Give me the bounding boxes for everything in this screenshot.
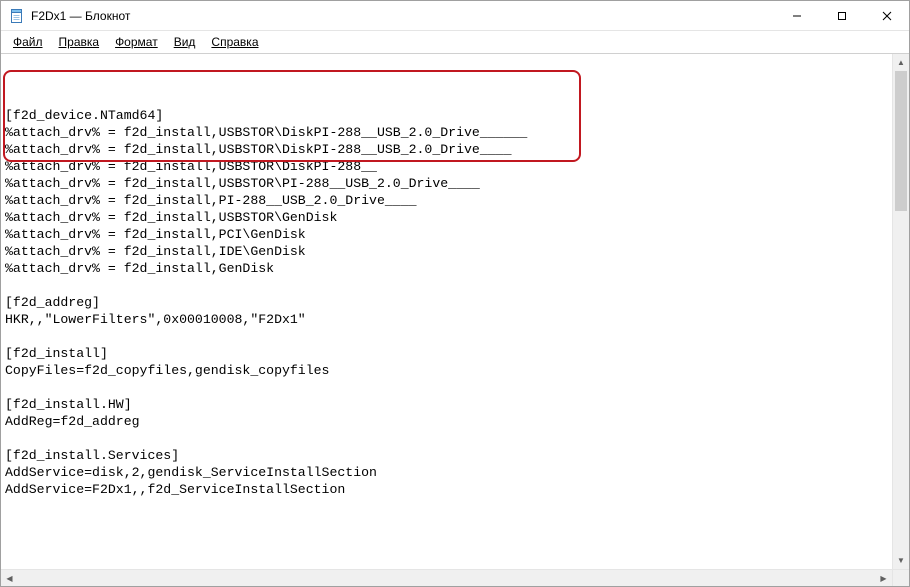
menu-edit[interactable]: Правка (51, 33, 108, 51)
text-line: [f2d_addreg] (5, 294, 888, 311)
close-button[interactable] (864, 1, 909, 30)
text-line: %attach_drv% = f2d_install,PI-288__USB_2… (5, 192, 888, 209)
scrollbar-corner (892, 570, 909, 586)
menu-format[interactable]: Формат (107, 33, 166, 51)
text-line: AddService=disk,2,gendisk_ServiceInstall… (5, 464, 888, 481)
text-line: %attach_drv% = f2d_install,PCI\GenDisk (5, 226, 888, 243)
text-line: AddReg=f2d_addreg (5, 413, 888, 430)
text-line: [f2d_device.NTamd64] (5, 107, 888, 124)
text-line: [f2d_install] (5, 345, 888, 362)
title-bar: F2Dx1 — Блокнот (1, 1, 909, 31)
text-line: [f2d_install.HW] (5, 396, 888, 413)
menu-bar: Файл Правка Формат Вид Справка (1, 31, 909, 53)
text-line: %attach_drv% = f2d_install,USBSTOR\GenDi… (5, 209, 888, 226)
notepad-icon (9, 8, 25, 24)
text-line (5, 379, 888, 396)
scroll-down-arrow-icon[interactable]: ▼ (893, 552, 909, 569)
scroll-track[interactable] (893, 71, 909, 552)
text-line (5, 430, 888, 447)
text-line: %attach_drv% = f2d_install,USBSTOR\DiskP… (5, 141, 888, 158)
text-line: %attach_drv% = f2d_install,IDE\GenDisk (5, 243, 888, 260)
menu-file[interactable]: Файл (5, 33, 51, 51)
text-line (5, 328, 888, 345)
scroll-left-arrow-icon[interactable]: ◀ (1, 570, 18, 586)
menu-help[interactable]: Справка (203, 33, 266, 51)
notepad-window: F2Dx1 — Блокнот Файл Правка Формат Вид С… (0, 0, 910, 587)
menu-view[interactable]: Вид (166, 33, 204, 51)
text-line: [f2d_install.Services] (5, 447, 888, 464)
window-title: F2Dx1 — Блокнот (31, 9, 130, 23)
minimize-button[interactable] (774, 1, 819, 30)
vertical-scrollbar[interactable]: ▲ ▼ (892, 54, 909, 569)
text-line: %attach_drv% = f2d_install,USBSTOR\DiskP… (5, 124, 888, 141)
text-area[interactable]: [f2d_device.NTamd64]%attach_drv% = f2d_i… (1, 54, 892, 569)
maximize-button[interactable] (819, 1, 864, 30)
text-line: %attach_drv% = f2d_install,USBSTOR\PI-28… (5, 175, 888, 192)
scroll-right-arrow-icon[interactable]: ▶ (875, 570, 892, 586)
text-line: %attach_drv% = f2d_install,USBSTOR\DiskP… (5, 158, 888, 175)
scroll-thumb[interactable] (895, 71, 907, 211)
horizontal-scrollbar[interactable]: ◀ ▶ (1, 569, 909, 586)
text-line (5, 277, 888, 294)
scroll-up-arrow-icon[interactable]: ▲ (893, 54, 909, 71)
content-wrap: [f2d_device.NTamd64]%attach_drv% = f2d_i… (1, 53, 909, 569)
text-line: HKR,,"LowerFilters",0x00010008,"F2Dx1" (5, 311, 888, 328)
text-line (5, 498, 888, 515)
text-line: %attach_drv% = f2d_install,GenDisk (5, 260, 888, 277)
text-line: AddService=F2Dx1,,f2d_ServiceInstallSect… (5, 481, 888, 498)
hscroll-track[interactable] (18, 570, 875, 586)
window-controls (774, 1, 909, 30)
text-line: CopyFiles=f2d_copyfiles,gendisk_copyfile… (5, 362, 888, 379)
